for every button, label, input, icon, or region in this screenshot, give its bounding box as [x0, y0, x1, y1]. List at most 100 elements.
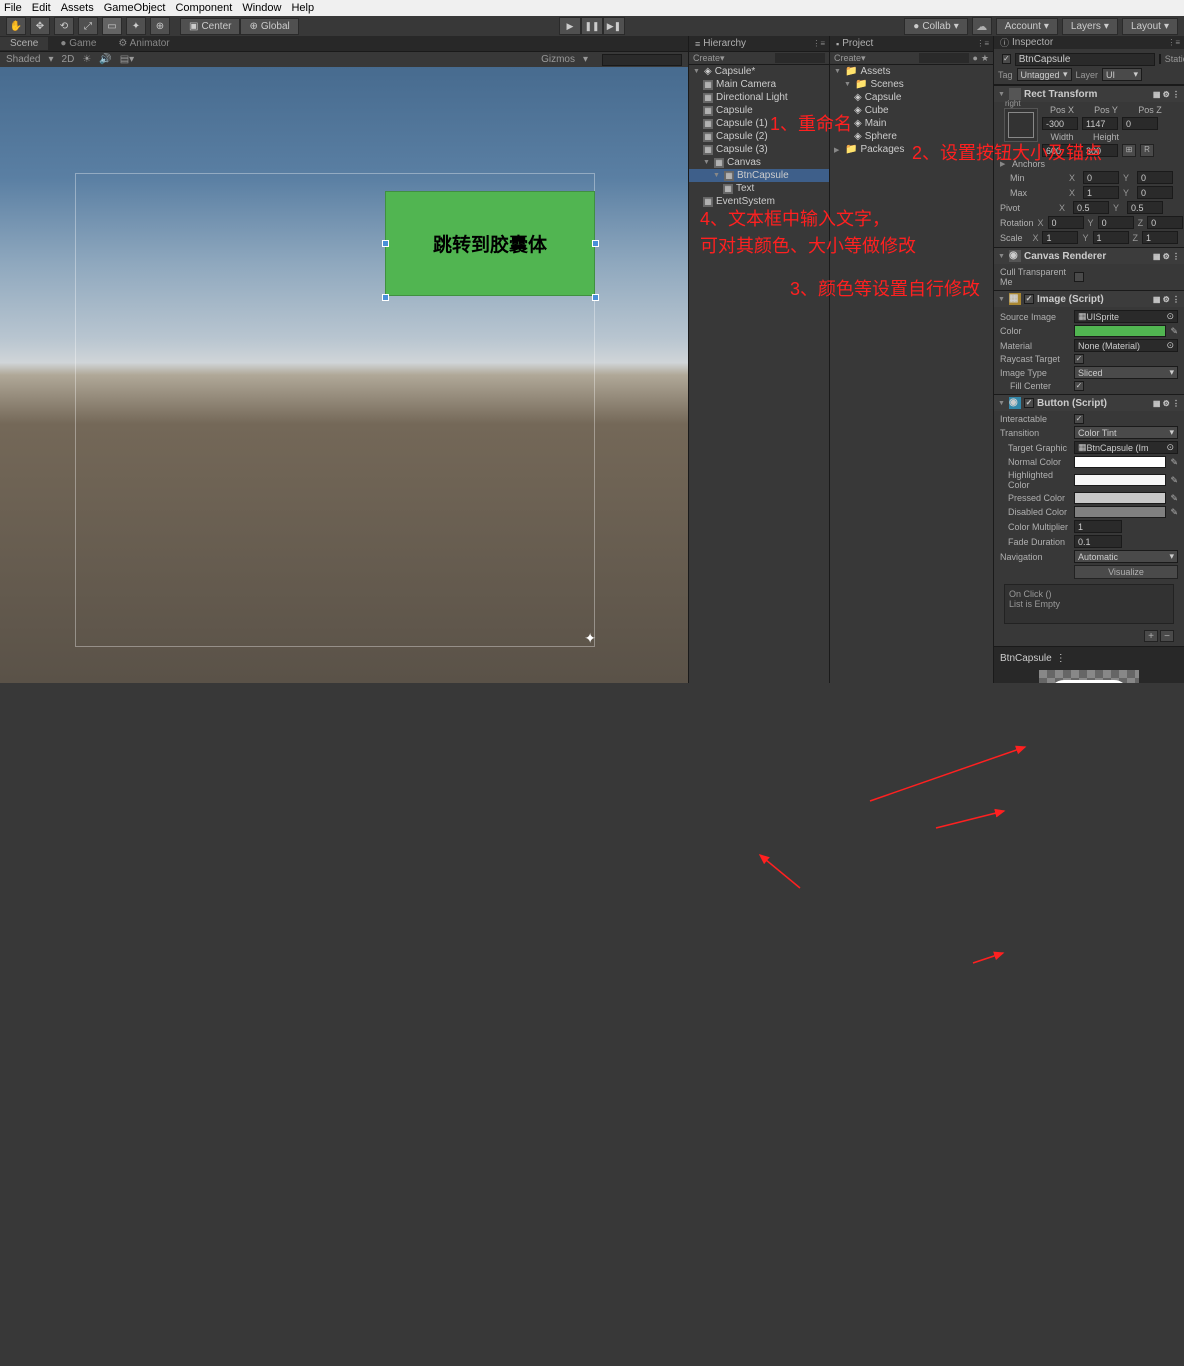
- fx-icon[interactable]: ▤▾: [120, 54, 134, 65]
- move-gizmo-icon: ✦: [584, 630, 596, 647]
- play-button[interactable]: ▶: [559, 17, 581, 35]
- asset-main[interactable]: ◈ Main: [830, 117, 993, 130]
- active-checkbox[interactable]: [1002, 54, 1011, 64]
- rotate-tool[interactable]: ⟲: [54, 17, 74, 35]
- tab-scene[interactable]: Scene: [0, 37, 48, 50]
- collab-dropdown[interactable]: ● Collab ▾: [904, 18, 967, 35]
- color-swatch[interactable]: [1074, 325, 1166, 337]
- anchor-preset[interactable]: right: [1004, 108, 1038, 142]
- btn-capsule[interactable]: ▼▦BtnCapsule: [689, 169, 829, 182]
- gizmos-dropdown[interactable]: Gizmos: [541, 54, 575, 65]
- tag-dropdown[interactable]: Untagged▾: [1017, 68, 1072, 81]
- image-component: ▼▦Image (Script)▦ ⚙ ⋮ Source Image▦UISpr…: [994, 290, 1184, 394]
- remove-event[interactable]: −: [1160, 630, 1174, 642]
- menu-window[interactable]: Window: [242, 2, 281, 14]
- add-event[interactable]: +: [1144, 630, 1158, 642]
- tag-label: Tag: [998, 70, 1013, 80]
- scenes-folder[interactable]: ▼📁 Scenes: [830, 78, 993, 91]
- menu-edit[interactable]: Edit: [32, 2, 51, 14]
- scene-toolbar: Shaded▾ 2D ☀ 🔊 ▤▾ Gizmos▾: [0, 51, 688, 67]
- hierarchy-panel: ≡Hierarchy⋮≡ Create ▾ ▼◈ Capsule* ▦Main …: [688, 36, 829, 683]
- project-header[interactable]: ▪Project⋮≡: [830, 36, 993, 51]
- inspector-panel: ⓘInspector⋮≡ Static▾ Tag Untagged▾ Layer…: [993, 36, 1184, 683]
- assets-folder[interactable]: ▼📁 Assets: [830, 65, 993, 78]
- audio-icon[interactable]: 🔊: [99, 54, 111, 65]
- canvas-obj[interactable]: ▼▦Canvas: [689, 156, 829, 169]
- hierarchy-header[interactable]: ≡Hierarchy⋮≡: [689, 36, 829, 51]
- posz-field[interactable]: [1122, 117, 1158, 130]
- layout-dropdown[interactable]: Layout ▾: [1122, 18, 1178, 35]
- menu-gameobject[interactable]: GameObject: [104, 2, 166, 14]
- posy-field[interactable]: [1082, 117, 1118, 130]
- eventsystem[interactable]: ▦EventSystem: [689, 195, 829, 208]
- main-camera[interactable]: ▦Main Camera: [689, 78, 829, 91]
- project-search[interactable]: [919, 53, 969, 63]
- menu-bar[interactable]: File Edit Assets GameObject Component Wi…: [0, 0, 1184, 16]
- capsule-2[interactable]: ▦Capsule (2): [689, 130, 829, 143]
- scene-viewport[interactable]: 跳转到胶囊体 ✦: [0, 67, 688, 683]
- onclick-events[interactable]: On Click () List is Empty: [1004, 584, 1174, 624]
- hierarchy-create[interactable]: Create: [693, 53, 720, 63]
- annotation-arrows: [0, 683, 1184, 1366]
- width-field[interactable]: [1042, 144, 1078, 157]
- menu-help[interactable]: Help: [291, 2, 314, 14]
- 2d-toggle[interactable]: 2D: [62, 54, 75, 65]
- eyedropper-icon[interactable]: ✎: [1170, 326, 1178, 337]
- packages-folder[interactable]: ▶📁 Packages: [830, 143, 993, 156]
- transform-tool[interactable]: ✦: [126, 17, 146, 35]
- rect-tool[interactable]: ▭: [102, 17, 122, 35]
- inspector-header[interactable]: ⓘInspector⋮≡: [994, 36, 1184, 49]
- visualize-button[interactable]: Visualize: [1074, 565, 1178, 579]
- canvas-renderer-icon: ◉: [1009, 250, 1021, 262]
- ui-button-preview[interactable]: 跳转到胶囊体: [385, 191, 595, 296]
- asset-cube[interactable]: ◈ Cube: [830, 104, 993, 117]
- text-obj[interactable]: ▦Text: [689, 182, 829, 195]
- project-create[interactable]: Create: [834, 53, 861, 63]
- shading-mode[interactable]: Shaded: [6, 54, 40, 65]
- menu-file[interactable]: File: [4, 2, 22, 14]
- hierarchy-search[interactable]: [775, 53, 825, 63]
- name-field[interactable]: [1015, 53, 1155, 66]
- layer-label: Layer: [1076, 70, 1099, 80]
- scale-tool[interactable]: ⤢: [78, 17, 98, 35]
- account-dropdown[interactable]: Account ▾: [996, 18, 1058, 35]
- cloud-button[interactable]: ☁: [972, 17, 992, 35]
- handle-bl[interactable]: [592, 294, 599, 301]
- directional-light[interactable]: ▦Directional Light: [689, 91, 829, 104]
- handle-tr[interactable]: [592, 240, 599, 247]
- capsule-1[interactable]: ▦Capsule (1): [689, 117, 829, 130]
- canvas-renderer-component: ▼◉Canvas Renderer▦ ⚙ ⋮ Cull Transparent …: [994, 247, 1184, 290]
- posx-field[interactable]: [1042, 117, 1078, 130]
- static-label: Static: [1165, 54, 1184, 64]
- menu-assets[interactable]: Assets: [61, 2, 94, 14]
- capsule-obj[interactable]: ▦Capsule: [689, 104, 829, 117]
- scene-search[interactable]: [602, 54, 682, 66]
- light-icon[interactable]: ☀: [82, 54, 91, 65]
- main-toolbar: ✋ ✥ ⟲ ⤢ ▭ ✦ ⊕ ▣Center ⊕Global ▶ ❚❚ ▶❚ ● …: [0, 16, 1184, 36]
- button-component: ▼◉Button (Script)▦ ⚙ ⋮ Interactable Tran…: [994, 394, 1184, 646]
- pivot-center[interactable]: ▣Center: [180, 18, 240, 35]
- custom-tool[interactable]: ⊕: [150, 17, 170, 35]
- handle-br[interactable]: [382, 294, 389, 301]
- pause-button[interactable]: ❚❚: [581, 17, 603, 35]
- height-field[interactable]: [1082, 144, 1118, 157]
- hand-tool[interactable]: ✋: [6, 17, 26, 35]
- static-checkbox[interactable]: [1159, 54, 1161, 64]
- layer-dropdown[interactable]: UI▾: [1102, 68, 1142, 81]
- layers-dropdown[interactable]: Layers ▾: [1062, 18, 1118, 35]
- asset-capsule[interactable]: ◈ Capsule: [830, 91, 993, 104]
- tab-animator[interactable]: ⚙ Animator: [108, 37, 179, 50]
- scene-item[interactable]: ▼◈ Capsule*: [689, 65, 829, 78]
- menu-component[interactable]: Component: [175, 2, 232, 14]
- move-tool[interactable]: ✥: [30, 17, 50, 35]
- preview-image: [1039, 670, 1139, 683]
- button-icon: ◉: [1009, 397, 1021, 409]
- handle-tl[interactable]: [382, 240, 389, 247]
- rect-transform-component: ▼Rect Transform▦ ⚙ ⋮ right Pos XPos YPos…: [994, 85, 1184, 247]
- step-button[interactable]: ▶❚: [603, 17, 625, 35]
- pivot-global[interactable]: ⊕Global: [240, 18, 298, 35]
- tab-game[interactable]: ● Game: [50, 37, 106, 50]
- preview-area: BtnCapsule⋮ BtnCapsuleImage Size: 32x32: [994, 646, 1184, 683]
- asset-sphere[interactable]: ◈ Sphere: [830, 130, 993, 143]
- capsule-3[interactable]: ▦Capsule (3): [689, 143, 829, 156]
